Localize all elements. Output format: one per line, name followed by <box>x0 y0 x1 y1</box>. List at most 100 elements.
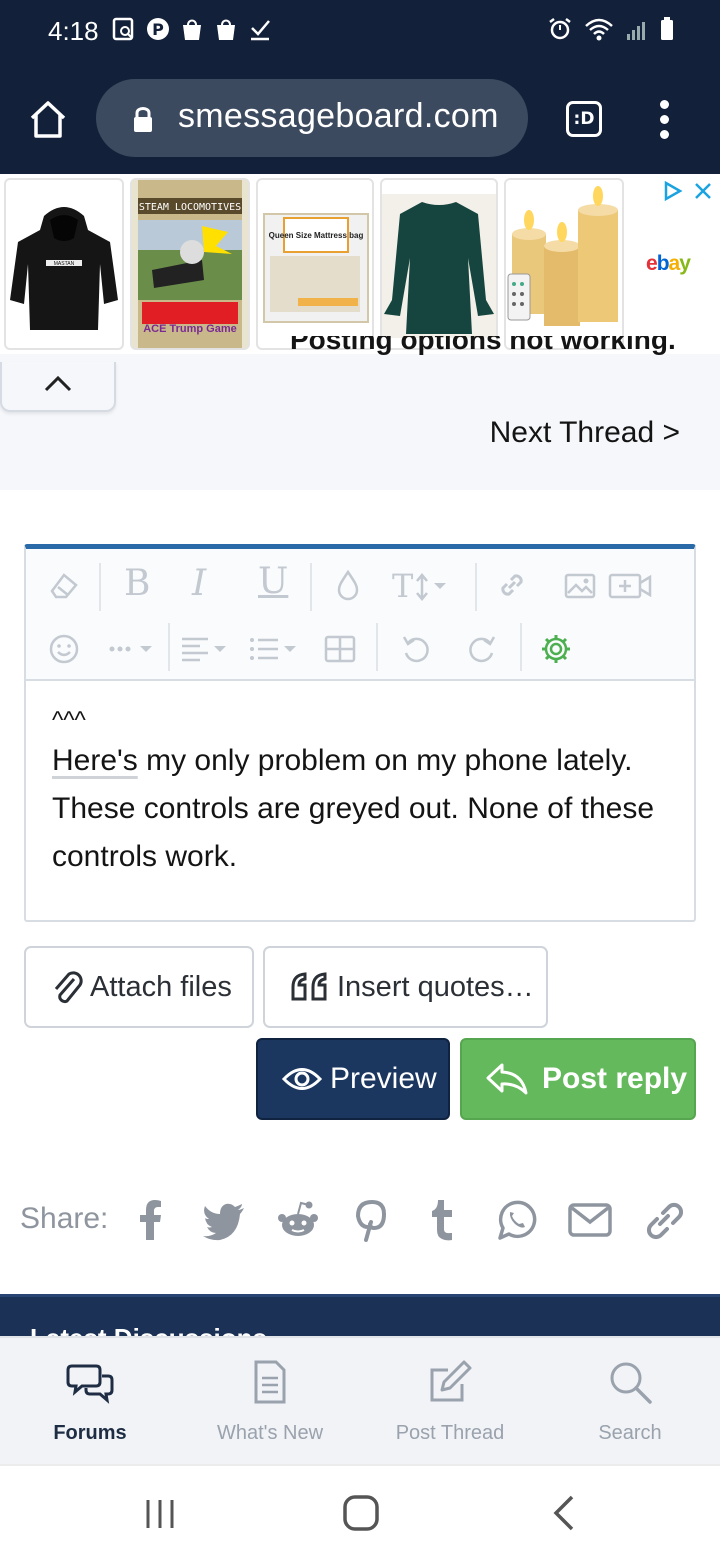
mattress-bag-text: Queen Size Mattress bag <box>269 231 364 240</box>
shopping-bag-icon <box>183 19 201 40</box>
list-icon[interactable] <box>246 627 302 671</box>
undo-icon[interactable] <box>394 627 438 671</box>
insert-quotes-button[interactable]: Insert quotes… <box>263 946 548 1028</box>
nav-whats-new[interactable]: What's New <box>180 1338 360 1466</box>
battery-icon <box>661 17 673 40</box>
link-icon[interactable] <box>490 563 534 607</box>
toolbar-separator <box>475 563 477 611</box>
facebook-icon[interactable] <box>126 1196 174 1244</box>
image-icon[interactable] <box>558 563 602 607</box>
nav-whats-new-label: What's New <box>216 1422 324 1444</box>
alarm-icon <box>549 18 571 40</box>
reply-editor: B I U T ^^^ Here's my only problem on my… <box>24 544 696 922</box>
hoodie-brand-text: MASTAN <box>54 261 75 267</box>
attach-files-button[interactable]: Attach files <box>24 946 254 1028</box>
settings-gear-icon[interactable] <box>534 627 578 671</box>
ad-flameless-candles[interactable] <box>504 178 624 350</box>
link-share-icon[interactable] <box>640 1196 688 1244</box>
more-options-icon[interactable] <box>106 627 162 671</box>
search-icon <box>610 1362 652 1404</box>
lock-icon <box>134 107 152 132</box>
align-icon[interactable] <box>178 627 234 671</box>
clear-formatting-icon[interactable] <box>42 563 86 607</box>
email-icon[interactable] <box>566 1196 614 1244</box>
toolbar-separator <box>520 623 522 671</box>
text-color-icon[interactable] <box>326 563 370 607</box>
toolbar-separator <box>310 563 312 611</box>
share-row: Share: <box>20 1190 700 1250</box>
twitter-icon[interactable] <box>200 1196 248 1244</box>
nav-post-thread-label: Post Thread <box>395 1422 505 1444</box>
notification-icons: P <box>112 16 272 42</box>
ad-green-blouse[interactable] <box>380 178 498 350</box>
game-subtitle-text: ACE Trump Game <box>143 323 237 335</box>
smilie-icon[interactable] <box>42 627 86 671</box>
mattress-bag-image: Queen Size Mattress bag <box>263 213 369 323</box>
pinterest-icon[interactable] <box>346 1196 394 1244</box>
screen: 4:18 P smessageboard.com :D MASTAN STEAM… <box>0 0 720 1560</box>
preview-label: Preview <box>330 1062 437 1095</box>
status-time: 4:18 <box>48 16 99 46</box>
browser-menu-icon[interactable] <box>650 98 678 142</box>
thread-navigation: Posting options not working. Next Thread… <box>0 336 720 490</box>
svg-text:T: T <box>392 567 414 603</box>
nav-forums[interactable]: Forums <box>0 1338 180 1466</box>
locomotive-game-image: STEAM LOCOMOTIVES ACE Trump Game <box>138 180 242 348</box>
hoodie-image: MASTAN <box>10 207 118 330</box>
ad-mattress-bag[interactable]: Queen Size Mattress bag <box>256 178 374 350</box>
wifi-icon <box>585 18 613 41</box>
adchoices-icon[interactable] <box>662 180 684 202</box>
insert-media-icon[interactable] <box>606 563 656 607</box>
nav-search[interactable]: Search <box>540 1338 720 1466</box>
ad-hoodie[interactable]: MASTAN <box>4 178 124 350</box>
bold-icon[interactable]: B <box>124 563 150 604</box>
chevron-up-icon <box>44 375 72 392</box>
underline-icon[interactable]: U <box>258 561 288 602</box>
back-icon[interactable] <box>550 1494 578 1532</box>
editor-toolbar: B I U T <box>26 549 694 681</box>
shopping-bag-icon <box>217 19 235 40</box>
nav-search-label: Search <box>598 1422 662 1444</box>
ad-choices[interactable] <box>662 180 714 202</box>
quote-icon <box>291 972 327 1001</box>
attach-files-label: Attach files <box>90 970 232 1003</box>
candles-image <box>507 186 618 326</box>
ad-steam-locomotives[interactable]: STEAM LOCOMOTIVES ACE Trump Game <box>130 178 250 350</box>
svg-text:P: P <box>152 20 164 39</box>
font-size-icon[interactable]: T <box>390 563 468 607</box>
tab-switcher-button[interactable]: :D <box>566 101 602 137</box>
home-icon[interactable] <box>26 98 70 140</box>
editor-quote-carets: ^^^ <box>52 707 86 734</box>
pinterest-notification-icon: P <box>147 18 169 40</box>
table-icon[interactable] <box>318 627 362 671</box>
preview-button[interactable]: Preview <box>256 1038 450 1120</box>
italic-icon[interactable]: I <box>192 563 206 604</box>
close-icon[interactable] <box>692 180 714 202</box>
reply-arrow-icon <box>486 1063 528 1095</box>
game-title-text: STEAM LOCOMOTIVES <box>139 202 241 213</box>
next-thread-link[interactable]: Next Thread > <box>490 416 680 450</box>
toolbar-separator <box>168 623 170 671</box>
editor-text-body: my only problem on my phone lately. Thes… <box>52 744 655 873</box>
blouse-image <box>382 194 496 338</box>
url-bar[interactable]: smessageboard.com <box>96 79 528 157</box>
post-reply-label: Post reply <box>542 1062 688 1095</box>
post-reply-button[interactable]: Post reply <box>460 1038 696 1120</box>
thread-title-cutoff: Posting options not working. <box>290 336 676 355</box>
home-button-icon[interactable] <box>342 1494 380 1532</box>
ebay-logo[interactable]: ebay <box>646 252 691 276</box>
whatsapp-icon[interactable] <box>492 1196 540 1244</box>
eye-icon <box>282 1068 322 1090</box>
editor-text-highlighted-word: Here's <box>52 744 138 777</box>
editor-text-area[interactable]: ^^^ Here's my only problem on my phone l… <box>52 707 682 881</box>
nav-post-thread[interactable]: Post Thread <box>360 1338 540 1466</box>
collapse-button[interactable] <box>0 362 116 412</box>
toolbar-separator <box>99 563 101 611</box>
edit-icon <box>430 1360 472 1402</box>
tumblr-icon[interactable] <box>420 1196 468 1244</box>
recent-apps-icon[interactable] <box>144 1498 176 1530</box>
redo-icon[interactable] <box>460 627 504 671</box>
bottom-navigation: Forums What's New Post Thread Search <box>0 1336 720 1464</box>
reddit-icon[interactable] <box>274 1196 322 1244</box>
insert-quotes-label: Insert quotes… <box>337 970 534 1003</box>
